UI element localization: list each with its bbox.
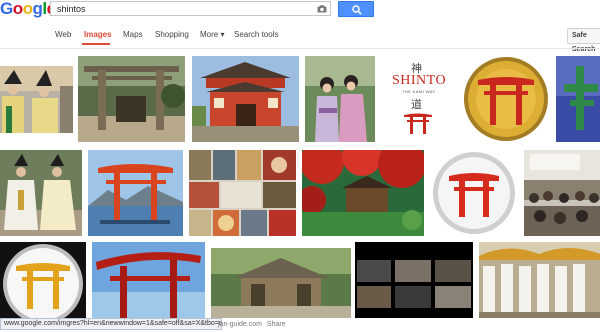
- header: Google shintos: [0, 0, 600, 20]
- image-result-floating-torii[interactable]: [88, 150, 183, 236]
- image-result-torii-medallion[interactable]: [463, 56, 549, 142]
- search-input[interactable]: shintos: [50, 1, 331, 16]
- shinto-title: SHINTO: [392, 73, 447, 88]
- tab-more[interactable]: More ▾: [200, 30, 224, 40]
- logo-letter: G: [0, 0, 13, 18]
- active-tab-indicator: [82, 43, 110, 45]
- tab-maps[interactable]: Maps: [123, 30, 143, 40]
- logo-letter: g: [32, 0, 43, 18]
- search-icon: [352, 5, 362, 15]
- tab-search-tools[interactable]: Search tools: [234, 30, 278, 40]
- shinto-subtitle: THE KAMI WAY: [402, 89, 436, 94]
- image-result-kimono-women[interactable]: [305, 56, 375, 142]
- image-result-priests[interactable]: [0, 66, 73, 133]
- google-logo[interactable]: Google: [0, 0, 56, 18]
- image-result-autumn-shrine[interactable]: [302, 150, 424, 236]
- search-query-text: shintos: [57, 4, 86, 14]
- image-result-gold-torii-button[interactable]: [0, 242, 86, 318]
- image-result-torii-button[interactable]: [431, 150, 517, 236]
- torii-icon: [404, 113, 432, 134]
- search-type-nav: Web Images Maps Shopping More ▾ Search t…: [0, 26, 600, 46]
- google-image-search-page: Google shintos Web Images Maps Shopping …: [0, 0, 600, 332]
- image-result-blue-cross[interactable]: [556, 56, 600, 142]
- browser-status-bar: www.google.com/imgres?hl=en&newwindow=1&…: [0, 318, 222, 330]
- safe-search-button[interactable]: Safe Search: [567, 28, 600, 53]
- image-result-sky-torii[interactable]: [92, 242, 205, 318]
- image-result-conference[interactable]: [524, 150, 600, 236]
- image-result-shinto-book[interactable]: 神 SHINTO THE KAMI WAY 道: [381, 56, 456, 142]
- logo-letter: o: [12, 0, 23, 18]
- image-result-priests-white[interactable]: [0, 150, 82, 236]
- tab-web[interactable]: Web: [55, 30, 71, 40]
- image-result-wooden-shrine[interactable]: [211, 248, 351, 318]
- header-divider: [0, 48, 600, 49]
- domain-text: jan-guide.com: [218, 321, 262, 328]
- share-link[interactable]: Share: [267, 321, 286, 328]
- search-button[interactable]: [338, 1, 374, 17]
- tab-images[interactable]: Images: [84, 30, 112, 40]
- logo-letter: o: [22, 0, 33, 18]
- image-result-procession[interactable]: [479, 242, 600, 318]
- camera-icon[interactable]: [317, 5, 327, 13]
- image-result-video-grid[interactable]: [355, 242, 473, 318]
- image-domain-caption: jan-guide.com Share: [218, 320, 286, 329]
- image-result-masks-collage[interactable]: [189, 150, 296, 236]
- kanji-bottom: 道: [411, 98, 422, 111]
- tab-shopping[interactable]: Shopping: [155, 30, 189, 40]
- image-result-stone-torii[interactable]: [78, 56, 185, 142]
- image-result-red-temple-gate[interactable]: [192, 56, 299, 142]
